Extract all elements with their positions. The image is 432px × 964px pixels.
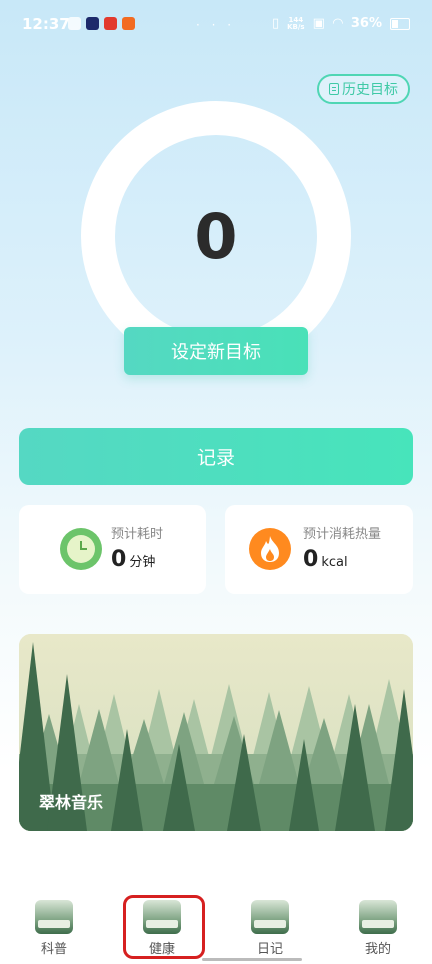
tab-science-thumbnail <box>35 900 73 934</box>
tab-mine[interactable]: 我的 <box>348 900 408 957</box>
tab-mine-thumbnail <box>359 900 397 934</box>
status-right: ▯ 144 KB/s ▣ ◠ 36% <box>272 16 410 31</box>
tab-diary-thumbnail <box>251 900 289 934</box>
tab-science[interactable]: 科普 <box>24 900 84 957</box>
tab-science-label: 科普 <box>40 942 67 957</box>
clock-icon <box>60 528 102 570</box>
record-button[interactable]: 记录 <box>19 428 413 485</box>
tab-diary[interactable]: 日记 <box>240 900 300 957</box>
app-icon-orange <box>122 17 135 30</box>
net-speed-unit: KB/s <box>287 22 305 31</box>
estimated-time-value: 0 分钟 <box>111 547 155 572</box>
history-goals-label: 历史目标 <box>342 82 398 98</box>
estimated-time-number: 0 <box>111 547 127 572</box>
forest-music-banner[interactable]: 翠林音乐 <box>19 634 413 831</box>
estimated-calories-unit: kcal <box>321 555 348 570</box>
sim-icon: ▣ <box>312 16 325 31</box>
document-icon <box>329 83 339 95</box>
estimated-calories-number: 0 <box>303 547 319 572</box>
bottom-tab-bar: 科普 健康 日记 我的 <box>0 892 432 964</box>
estimated-calories-card: 预计消耗热量 0 kcal <box>225 505 413 594</box>
estimated-time-unit: 分钟 <box>129 555 156 570</box>
status-dots: · · · <box>196 18 236 32</box>
estimated-calories-value: 0 kcal <box>303 547 348 572</box>
home-indicator <box>202 958 302 961</box>
app-notification-icon <box>68 17 81 30</box>
history-goals-button[interactable]: 历史目标 <box>317 74 410 104</box>
battery-icon <box>390 17 410 30</box>
goal-value: 0 <box>194 200 238 273</box>
status-bar: 12:37 · · · ▯ 144 KB/s ▣ ◠ 36% <box>0 0 432 52</box>
flame-icon <box>249 528 291 570</box>
battery-percent: 36% <box>350 16 382 31</box>
wifi-icon: ◠ <box>332 16 343 31</box>
app-icon-red <box>104 17 117 30</box>
estimated-calories-label: 预计消耗热量 <box>303 527 382 542</box>
vibrate-icon: ▯ <box>271 16 280 31</box>
banner-title: 翠林音乐 <box>39 793 104 812</box>
set-new-goal-button[interactable]: 设定新目标 <box>124 327 308 375</box>
net-speed: 144 KB/s <box>287 16 305 31</box>
estimated-time-card: 预计耗时 0 分钟 <box>19 505 206 594</box>
tab-diary-label: 日记 <box>256 942 283 957</box>
tab-mine-label: 我的 <box>364 942 391 957</box>
tab-health-highlight <box>123 895 205 959</box>
status-time: 12:37 <box>22 15 70 33</box>
play-store-icon <box>86 17 99 30</box>
estimated-time-label: 预计耗时 <box>111 527 164 542</box>
